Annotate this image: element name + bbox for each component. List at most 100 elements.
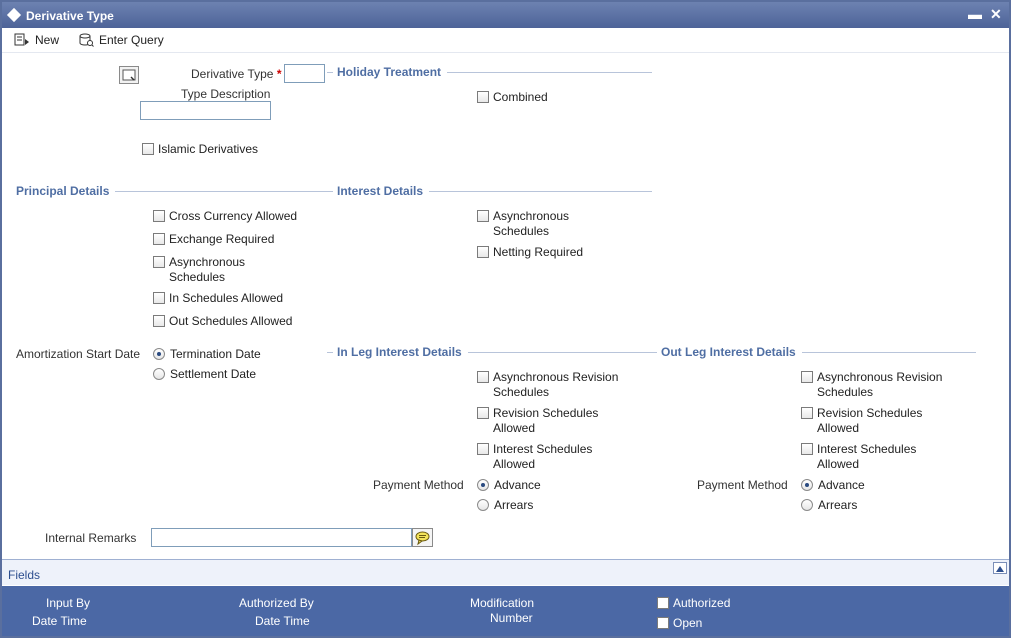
checkbox-box xyxy=(477,407,489,419)
in-leg-title: In Leg Interest Details xyxy=(337,345,462,359)
speech-bubble-icon xyxy=(415,531,430,546)
in-leg-revision-schedules-label: Revision Schedules Allowed xyxy=(493,406,599,435)
enter-query-button[interactable]: Enter Query xyxy=(78,31,164,49)
checkbox-box xyxy=(657,617,669,629)
section-line xyxy=(429,190,652,192)
in-leg-async-revision-label: Asynchronous Revision Schedules xyxy=(493,370,619,399)
out-leg-arrears-label: Arrears xyxy=(818,498,858,512)
derivative-type-window: Derivative Type ▬ ✕ New Enter Query Deri… xyxy=(0,0,1011,638)
derivative-type-label: Derivative Type * xyxy=(191,67,282,81)
section-dash xyxy=(327,71,333,73)
checkbox-box xyxy=(153,210,165,222)
in-leg-arrears-label: Arrears xyxy=(494,498,534,512)
settlement-date-radio[interactable]: Settlement Date xyxy=(153,367,256,381)
number-label: Number xyxy=(490,611,533,625)
input-date-time-label: Date Time xyxy=(32,614,87,628)
checkbox-box xyxy=(477,210,489,222)
checkbox-box xyxy=(142,143,154,155)
section-line xyxy=(447,71,652,73)
required-marker: * xyxy=(276,67,282,81)
out-leg-interest-schedules-checkbox[interactable]: Interest Schedules Allowed xyxy=(801,442,941,472)
interest-async-schedules-checkbox[interactable]: Asynchronous Schedules xyxy=(477,209,587,239)
enter-query-label: Enter Query xyxy=(99,33,164,47)
checkbox-box xyxy=(801,443,813,455)
interest-details-section: Interest Details xyxy=(327,184,652,198)
section-line xyxy=(801,351,976,353)
in-leg-async-revision-checkbox[interactable]: Asynchronous Revision Schedules xyxy=(477,370,637,400)
section-dash xyxy=(327,190,333,192)
type-description-label: Type Description xyxy=(181,87,271,101)
out-leg-arrears-radio[interactable]: Arrears xyxy=(801,498,857,512)
checkbox-box xyxy=(477,443,489,455)
internal-remarks-label: Internal Remarks xyxy=(45,531,137,545)
in-schedules-label: In Schedules Allowed xyxy=(169,291,284,305)
checkbox-box xyxy=(477,371,489,383)
internal-remarks-expand-button[interactable] xyxy=(412,528,433,547)
derivative-type-input[interactable] xyxy=(284,64,325,83)
section-dash xyxy=(651,351,657,353)
out-leg-advance-label: Advance xyxy=(818,478,865,492)
checkbox-box xyxy=(477,246,489,258)
exchange-required-label: Exchange Required xyxy=(169,232,275,246)
in-leg-interest-schedules-checkbox[interactable]: Interest Schedules Allowed xyxy=(477,442,617,472)
open-label: Open xyxy=(673,616,703,630)
diamond-icon xyxy=(6,7,22,23)
audit-footer: Input By Date Time Authorized By Date Ti… xyxy=(2,586,1009,636)
fields-bar: Fields xyxy=(2,559,1009,585)
radio-dot xyxy=(477,479,489,491)
in-leg-advance-radio[interactable]: Advance xyxy=(477,478,541,492)
radio-dot xyxy=(801,499,813,511)
title-bar: Derivative Type ▬ ✕ xyxy=(2,2,1009,28)
derivative-type-lov-button[interactable] xyxy=(119,66,139,84)
radio-dot xyxy=(477,499,489,511)
in-leg-revision-schedules-checkbox[interactable]: Revision Schedules Allowed xyxy=(477,406,617,436)
lov-icon xyxy=(122,69,136,81)
out-leg-interest-section: Out Leg Interest Details xyxy=(651,345,976,359)
radio-dot xyxy=(801,479,813,491)
exchange-required-checkbox[interactable]: Exchange Required xyxy=(153,232,274,247)
in-leg-arrears-radio[interactable]: Arrears xyxy=(477,498,533,512)
triangle-up-icon xyxy=(996,566,1004,572)
termination-date-label: Termination Date xyxy=(170,347,261,361)
principal-async-schedules-checkbox[interactable]: Asynchronous Schedules xyxy=(153,255,263,285)
authorized-checkbox[interactable]: Authorized xyxy=(657,596,730,611)
checkbox-box xyxy=(477,91,489,103)
input-by-label: Input By xyxy=(46,596,91,610)
new-icon xyxy=(14,33,29,46)
out-leg-async-revision-checkbox[interactable]: Asynchronous Revision Schedules xyxy=(801,370,961,400)
out-leg-advance-radio[interactable]: Advance xyxy=(801,478,865,492)
authorized-label: Authorized xyxy=(673,596,731,610)
checkbox-box xyxy=(153,292,165,304)
checkbox-box xyxy=(153,315,165,327)
out-leg-title: Out Leg Interest Details xyxy=(661,345,796,359)
amortization-start-date-label: Amortization Start Date xyxy=(16,347,141,361)
combined-checkbox[interactable]: Combined xyxy=(477,90,548,105)
islamic-derivatives-checkbox[interactable]: Islamic Derivatives xyxy=(142,142,258,157)
holiday-treatment-title: Holiday Treatment xyxy=(337,65,442,79)
netting-required-label: Netting Required xyxy=(493,245,584,259)
in-schedules-checkbox[interactable]: In Schedules Allowed xyxy=(153,291,283,306)
out-leg-revision-schedules-checkbox[interactable]: Revision Schedules Allowed xyxy=(801,406,941,436)
principal-async-schedules-label: Asynchronous Schedules xyxy=(169,255,246,284)
new-button[interactable]: New xyxy=(14,31,59,49)
out-leg-async-revision-label: Asynchronous Revision Schedules xyxy=(817,370,943,399)
out-schedules-checkbox[interactable]: Out Schedules Allowed xyxy=(153,314,292,329)
principal-details-title: Principal Details xyxy=(16,184,110,198)
in-leg-advance-label: Advance xyxy=(494,478,541,492)
principal-details-section: Principal Details xyxy=(8,184,328,198)
new-label: New xyxy=(35,33,60,47)
in-leg-interest-section: In Leg Interest Details xyxy=(327,345,652,359)
open-checkbox[interactable]: Open xyxy=(657,616,702,631)
termination-date-radio[interactable]: Termination Date xyxy=(153,347,261,361)
close-button[interactable]: ✕ xyxy=(990,6,1002,23)
toolbar: New Enter Query xyxy=(2,28,1009,53)
section-dash xyxy=(327,351,333,353)
cross-currency-checkbox[interactable]: Cross Currency Allowed xyxy=(153,209,297,224)
netting-required-checkbox[interactable]: Netting Required xyxy=(477,245,583,260)
internal-remarks-input[interactable] xyxy=(151,528,412,547)
minimize-button[interactable]: ▬ xyxy=(968,6,982,22)
window-title: Derivative Type xyxy=(26,9,114,23)
fields-link[interactable]: Fields xyxy=(8,568,40,582)
type-description-input[interactable] xyxy=(140,101,271,120)
collapse-up-button[interactable] xyxy=(993,562,1007,574)
